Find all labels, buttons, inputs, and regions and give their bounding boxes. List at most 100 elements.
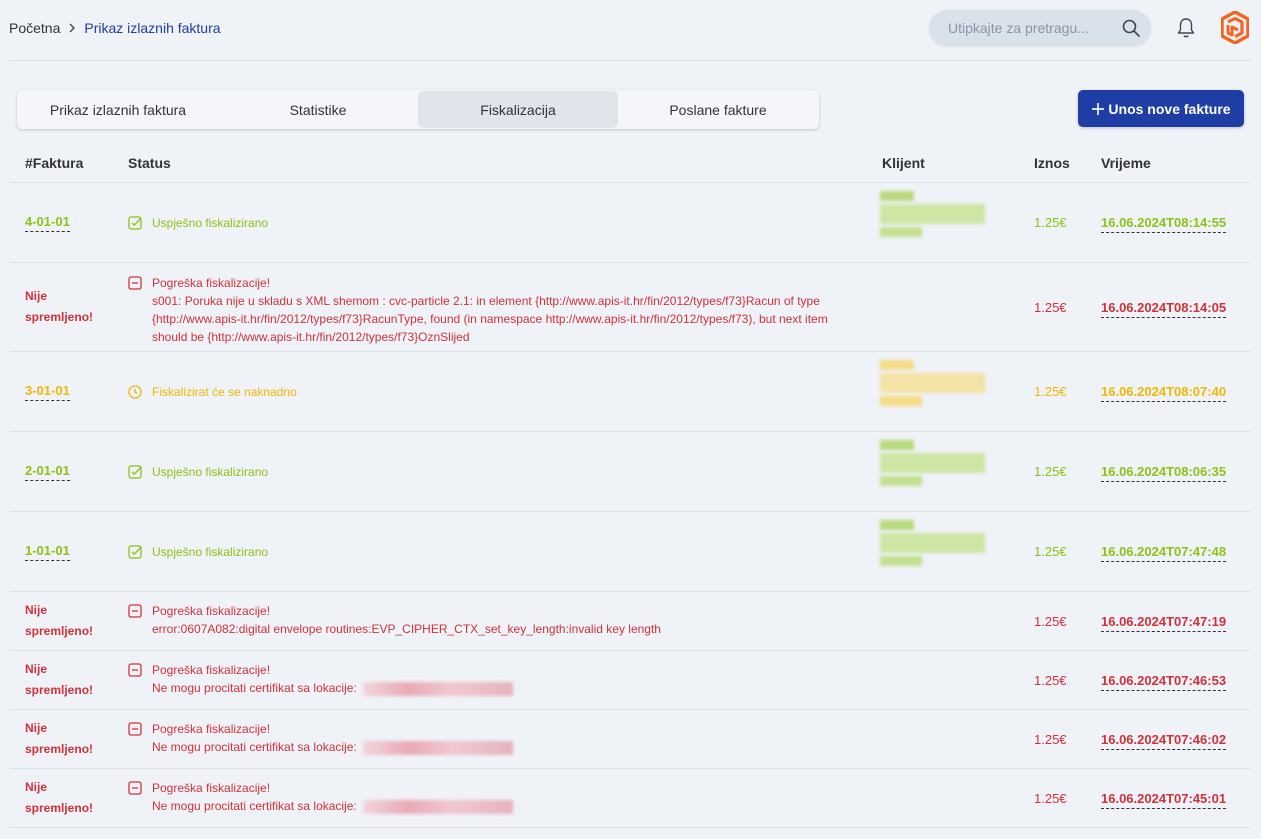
header-vrijeme[interactable]: Vrijeme	[1101, 155, 1151, 171]
error-message-line: Ne mogu procitati certifikat sa lokacije…	[128, 797, 513, 815]
header-klijent[interactable]: Klijent	[882, 155, 925, 171]
invoice-not-saved: Nije spremljeno!	[25, 779, 94, 815]
faktura-cell: 2-01-01	[25, 463, 70, 481]
table-body: 4-01-01 Uspješno fiskalizirano 1.25€ 16.06.…	[9, 183, 1251, 828]
table-row[interactable]: 2-01-01 Uspješno fiskalizirano 1.25€ 16.06.…	[9, 432, 1251, 512]
timestamp-link[interactable]: 16.06.2024T08:06:35	[1101, 464, 1227, 482]
minus-square-icon	[128, 276, 142, 290]
status-cell: Uspješno fiskalizirano	[128, 463, 268, 481]
error-message-line: Ne mogu procitati certifikat sa lokacije…	[128, 679, 513, 697]
status-cell: Pogreška fiskalizacije! Ne mogu procitati…	[128, 720, 513, 756]
redacted-path	[362, 740, 513, 755]
status-cell: Pogreška fiskalizacije! Ne mogu procitati…	[128, 779, 513, 815]
timestamp-link[interactable]: 16.06.2024T07:46:53	[1101, 673, 1227, 691]
table-row[interactable]: 3-01-01 Fiskalizirat će se naknadno 1.25€ 1…	[9, 352, 1251, 432]
invoice-not-saved: Nije spremljeno!	[25, 288, 94, 324]
tab-statistike[interactable]: Statistike	[218, 91, 418, 128]
timestamp-link[interactable]: 16.06.2024T07:46:02	[1101, 732, 1227, 750]
client-redacted	[880, 520, 990, 569]
breadcrumb: Početna Prikaz izlaznih faktura	[9, 20, 221, 36]
timestamp-link[interactable]: 16.06.2024T08:14:55	[1101, 215, 1227, 233]
status-text: Pogreška fiskalizacije!	[152, 781, 271, 795]
timestamp-link[interactable]: 16.06.2024T08:07:40	[1101, 384, 1227, 402]
amount: 1.25€	[1034, 790, 1067, 806]
status-cell: Pogreška fiskalizacije! Ne mogu procitati…	[128, 661, 513, 697]
check-square-icon	[128, 216, 142, 230]
status-text: Pogreška fiskalizacije!	[152, 722, 271, 736]
tab-poslane-fakture[interactable]: Poslane fakture	[618, 91, 818, 128]
invoice-number-link[interactable]: 1-01-01	[25, 543, 70, 561]
faktura-cell: 3-01-01	[25, 383, 70, 401]
header-iznos[interactable]: Iznos	[1034, 155, 1070, 171]
search-input[interactable]	[929, 10, 1109, 46]
tab-fiskalizacija[interactable]: Fiskalizacija	[418, 91, 618, 128]
status-text: Fiskalizirat će se naknadno	[152, 385, 297, 399]
invoice-number-link[interactable]: 2-01-01	[25, 463, 70, 481]
new-invoice-button[interactable]: Unos nove fakture	[1078, 90, 1244, 127]
status-cell: Uspješno fiskalizirano	[128, 214, 268, 232]
client-redacted	[880, 191, 990, 240]
minus-square-icon	[128, 781, 142, 795]
bell-icon[interactable]	[1176, 17, 1196, 39]
clock-icon	[128, 385, 142, 399]
table-row[interactable]: Nije spremljeno! Pogreška fiskalizacije! N…	[9, 651, 1251, 710]
chevron-right-icon	[68, 23, 76, 33]
timestamp-link[interactable]: 16.06.2024T07:47:19	[1101, 614, 1227, 632]
search-icon[interactable]	[1121, 18, 1141, 38]
table-row[interactable]: Nije spremljeno! Pogreška fiskalizacije! e…	[9, 592, 1251, 651]
faktura-cell: Nije spremljeno!	[25, 718, 94, 760]
error-message-line: should be {http://www.apis-it.hr/fin/201…	[152, 330, 470, 344]
status-text: Pogreška fiskalizacije!	[152, 276, 271, 290]
check-square-icon	[128, 465, 142, 479]
amount: 1.25€	[1034, 613, 1067, 629]
table-row[interactable]: Nije spremljeno! Pogreška fiskalizacije! N…	[9, 769, 1251, 828]
faktura-cell: 1-01-01	[25, 543, 70, 561]
tab-prikaz-izlaznih-faktura[interactable]: Prikaz izlaznih faktura	[18, 91, 218, 128]
table-row[interactable]: 4-01-01 Uspješno fiskalizirano 1.25€ 16.06.…	[9, 183, 1251, 263]
client-redacted	[880, 440, 990, 489]
invoice-number-link[interactable]: 4-01-01	[25, 214, 70, 232]
timestamp-link[interactable]: 16.06.2024T07:47:48	[1101, 544, 1227, 562]
status-text: Uspješno fiskalizirano	[152, 216, 269, 230]
redacted-path	[362, 681, 513, 696]
tab-bar: Prikaz izlaznih faktura Statistike Fiska…	[17, 90, 819, 129]
amount: 1.25€	[1034, 215, 1067, 230]
breadcrumb-home[interactable]: Početna	[9, 20, 60, 36]
check-square-icon	[128, 545, 142, 559]
plus-icon	[1092, 102, 1105, 115]
status-text: Uspješno fiskalizirano	[152, 465, 269, 479]
timestamp-link[interactable]: 16.06.2024T07:45:01	[1101, 791, 1227, 809]
status-cell: Pogreška fiskalizacije! error:0607A082:di…	[128, 602, 661, 638]
error-message-line: Ne mogu procitati certifikat sa lokacije…	[128, 738, 513, 756]
amount: 1.25€	[1034, 464, 1067, 479]
status-text: Uspješno fiskalizirano	[152, 545, 269, 559]
invoice-number-link[interactable]: 3-01-01	[25, 383, 70, 401]
minus-square-icon	[128, 663, 142, 677]
header-status[interactable]: Status	[128, 155, 171, 171]
error-message-line: error:0607A082:digital envelope routines…	[152, 622, 661, 636]
redacted-path	[362, 799, 513, 814]
invoice-not-saved: Nije spremljeno!	[25, 602, 94, 638]
table-row[interactable]: Nije spremljeno! Pogreška fiskalizacije! s…	[9, 263, 1251, 352]
status-text: Pogreška fiskalizacije!	[152, 663, 271, 677]
faktura-cell: Nije spremljeno!	[25, 600, 94, 642]
timestamp-link[interactable]: 16.06.2024T08:14:05	[1101, 300, 1227, 318]
search-box	[929, 10, 1151, 46]
table-row[interactable]: Nije spremljeno! Pogreška fiskalizacije! N…	[9, 710, 1251, 769]
amount: 1.25€	[1034, 299, 1067, 315]
status-cell: Fiskalizirat će se naknadno	[128, 383, 297, 401]
invoice-not-saved: Nije spremljeno!	[25, 720, 94, 756]
header-faktura[interactable]: #Faktura	[25, 155, 83, 171]
client-redacted	[880, 360, 990, 409]
faktura-cell: 4-01-01	[25, 214, 70, 232]
amount: 1.25€	[1034, 672, 1067, 688]
table-row[interactable]: 1-01-01 Uspješno fiskalizirano 1.25€ 16.06.…	[9, 512, 1251, 592]
amount: 1.25€	[1034, 384, 1067, 399]
faktura-cell: Nije spremljeno!	[25, 286, 94, 328]
logo-icon[interactable]	[1221, 11, 1249, 44]
faktura-cell: Nije spremljeno!	[25, 777, 94, 819]
amount: 1.25€	[1034, 544, 1067, 559]
error-message-line: s001: Poruka nije u skladu s XML shemom …	[152, 294, 820, 308]
minus-square-icon	[128, 604, 142, 618]
minus-square-icon	[128, 722, 142, 736]
